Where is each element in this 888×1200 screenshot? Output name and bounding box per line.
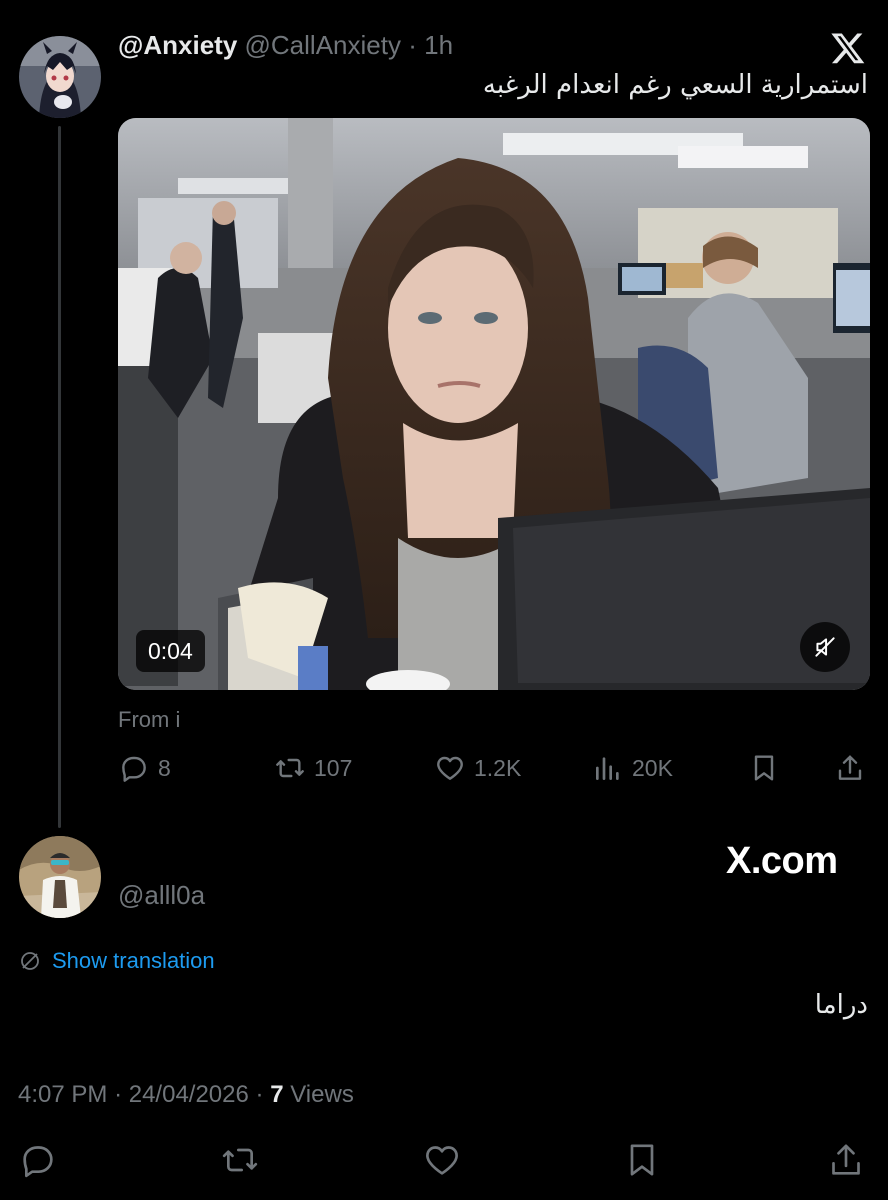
share-icon	[838, 755, 862, 780]
like-count: 1.2K	[474, 754, 522, 781]
like-icon	[426, 1146, 458, 1175]
show-translation-link[interactable]: Show translation	[52, 948, 215, 974]
reply-button-bottom[interactable]	[18, 1140, 58, 1180]
like-button[interactable]: 1.2K	[434, 748, 521, 788]
author-handle[interactable]: @CallAnxiety	[245, 30, 401, 60]
reply-avatar-image	[19, 836, 101, 918]
media-source-label[interactable]: From i	[118, 707, 180, 733]
display-name[interactable]: @Anxiety	[118, 30, 237, 60]
timestamp-date[interactable]: 24/04/2026	[129, 1081, 249, 1108]
bookmark-icon	[630, 1144, 654, 1176]
views-count: 20K	[632, 754, 673, 781]
separator-dot: ·	[114, 1081, 123, 1108]
views-total: 7	[270, 1081, 284, 1108]
x-logo-icon	[830, 30, 866, 66]
post-text: استمرارية السعي رغم انعدام الرغبه	[482, 70, 868, 100]
separator-dot: ·	[408, 30, 417, 60]
reply-author-avatar[interactable]	[19, 836, 101, 918]
video-player[interactable]	[118, 118, 870, 690]
share-button-bottom[interactable]	[826, 1140, 866, 1180]
share-icon	[832, 1144, 860, 1175]
bookmark-icon	[754, 755, 774, 781]
views-icon	[596, 757, 619, 780]
reply-icon	[122, 756, 146, 782]
views-button[interactable]: 20K	[592, 748, 673, 788]
timestamp-time[interactable]: 4:07 PM	[18, 1081, 107, 1108]
bookmark-button[interactable]	[748, 748, 780, 788]
video-duration-badge: 0:04	[136, 630, 205, 672]
mute-button[interactable]	[800, 622, 850, 672]
retweet-icon	[276, 758, 304, 778]
anime-avatar-image	[19, 36, 101, 118]
post-meta: 4:07 PM · 24/04/2026 · 7 Views	[18, 1081, 354, 1109]
reply-author-handle[interactable]: @alll0a	[118, 880, 205, 911]
reply-count: 8	[158, 754, 171, 781]
reply-icon	[23, 1146, 53, 1178]
like-icon	[437, 756, 463, 780]
thread-connector	[58, 126, 61, 828]
show-translation-button[interactable]: Show translation	[18, 948, 215, 974]
mute-icon	[815, 637, 835, 657]
x-com-watermark: X.com	[726, 840, 838, 882]
retweet-count: 107	[314, 754, 353, 781]
views-label: Views	[290, 1081, 354, 1108]
like-button-bottom[interactable]	[422, 1140, 462, 1180]
bookmark-button-bottom[interactable]	[622, 1140, 662, 1180]
translate-icon	[21, 952, 39, 970]
office-video-frame	[118, 118, 870, 690]
share-button[interactable]	[834, 748, 866, 788]
retweet-icon	[222, 1148, 258, 1172]
reply-text: دراما	[814, 990, 868, 1020]
retweet-button-bottom[interactable]	[220, 1140, 260, 1180]
post-header: @Anxiety @CallAnxiety · 1h	[118, 30, 453, 61]
author-avatar[interactable]	[19, 36, 101, 118]
reply-button[interactable]: 8	[118, 748, 171, 788]
separator-dot: ·	[255, 1081, 264, 1108]
post-time[interactable]: 1h	[424, 30, 453, 60]
retweet-button[interactable]: 107	[274, 748, 352, 788]
